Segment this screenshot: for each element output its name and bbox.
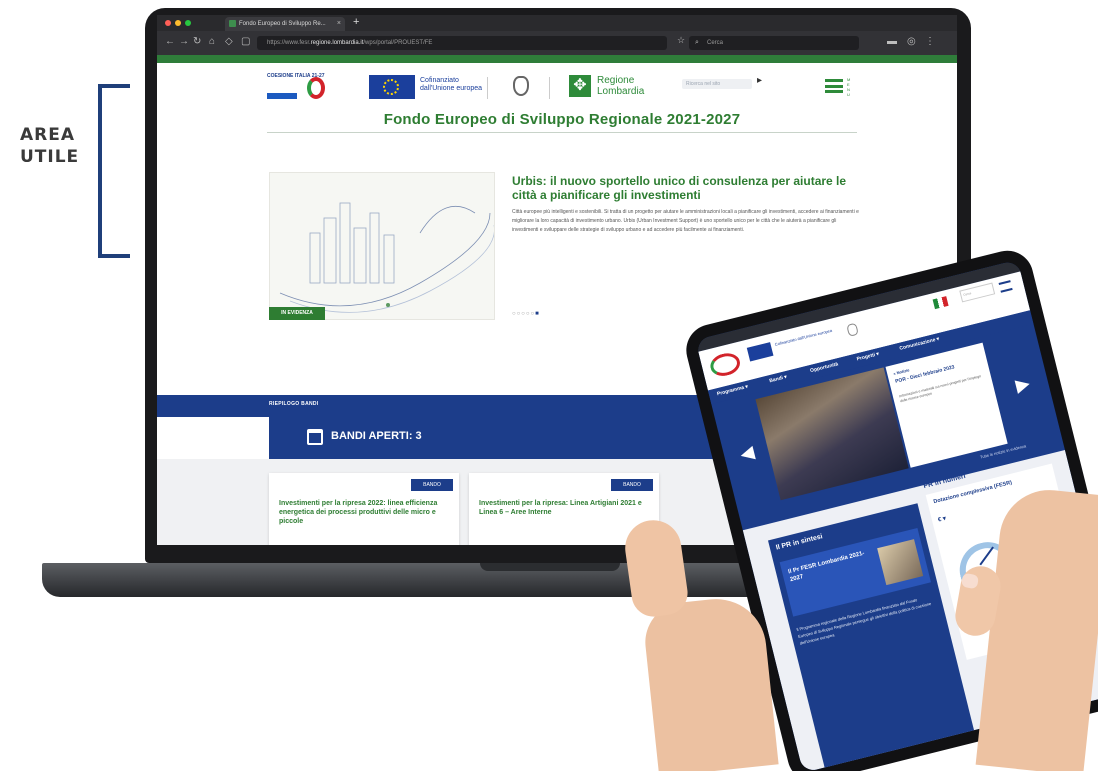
home-icon[interactable]: ⌂ — [209, 36, 215, 47]
dotazione-select[interactable]: € ▾ — [937, 515, 947, 524]
url-bar[interactable]: https://www.fesr.regione.lombardia.it/wp… — [257, 36, 667, 50]
hero-illustration[interactable] — [269, 172, 495, 320]
close-window-dot[interactable] — [165, 20, 171, 26]
menu-dots-icon[interactable]: ⋮ — [925, 36, 935, 47]
nav-progetti[interactable]: Progetti ▾ — [856, 351, 880, 362]
calendar-icon — [307, 429, 323, 445]
browser-search-placeholder: Cerca — [707, 40, 724, 46]
area-label-line2: UTILE — [20, 147, 80, 167]
city-sketch-icon — [279, 202, 494, 313]
area-label-line1: AREA — [20, 125, 76, 145]
site-search-input[interactable]: Ricerca nel sito — [682, 79, 752, 89]
pr-sintesi-title: Il PR in sintesi — [775, 533, 824, 552]
area-bracket — [98, 84, 130, 258]
browser-search-box[interactable]: ⌕ Cerca — [689, 36, 859, 50]
carousel-prev-icon[interactable]: ◀ — [738, 442, 757, 466]
browser-tab[interactable]: Fondo Europeo di Sviluppo Re... × — [225, 17, 345, 31]
url-path: /wps/portal/PROUEST/FE — [363, 40, 433, 46]
search-submit-icon[interactable]: ▸ — [757, 75, 762, 86]
browser-tab-bar: Fondo Europeo di Sviluppo Re... × + — [157, 15, 957, 31]
nav-opportunita[interactable]: Opportunità — [810, 361, 839, 374]
carousel-dot[interactable]: ○○○○○ — [512, 311, 535, 317]
eu-logo-text: Cofinanziato dall'Unione europea — [420, 77, 482, 93]
lombardia-logo-text: Regione Lombardia — [597, 75, 644, 97]
site-top-strip — [157, 55, 957, 63]
in-evidenza-badge: IN EVIDENZA — [269, 307, 325, 320]
logo-divider — [549, 77, 550, 99]
carousel-dot-active[interactable]: ■ — [535, 311, 540, 317]
pr-card-image — [877, 539, 924, 586]
lombardia-line2: Lombardia — [597, 86, 645, 97]
pr-card-title[interactable]: Il Pr FESR Lombardia 2021-2027 — [787, 548, 874, 584]
area-utile-label: AREA UTILE — [20, 124, 79, 168]
maximize-window-dot[interactable] — [185, 20, 191, 26]
carousel-dots[interactable]: ○○○○○■ — [512, 311, 540, 317]
page-title: Fondo Europeo di Sviluppo Regionale 2021… — [383, 111, 741, 128]
left-hand — [641, 594, 779, 771]
nav-bandi[interactable]: Bandi ▾ — [769, 374, 788, 384]
eu-stars-icon — [383, 79, 399, 95]
menu-label[interactable]: MENU — [847, 77, 851, 97]
bando-title[interactable]: Investimenti per la ripresa: Linea Artig… — [479, 499, 651, 517]
back-icon[interactable]: ← — [165, 36, 175, 47]
logo-divider — [487, 77, 488, 99]
lombardia-rose-icon[interactable]: ✥ — [569, 75, 591, 97]
bookmark-star-icon[interactable]: ☆ — [677, 35, 685, 46]
url-domain: regione.lombardia.it — [310, 40, 364, 46]
favicon-icon — [229, 20, 236, 27]
site-header: COESIONE ITALIA 21-27 Cofinanziato dall'… — [157, 63, 957, 118]
eu-logo-line1: Cofinanziato — [420, 77, 459, 84]
forward-icon[interactable]: → — [179, 36, 189, 47]
shield-icon[interactable]: ◇ — [225, 36, 233, 47]
bando-tag: BANDO — [611, 479, 653, 491]
bando-title[interactable]: Investimenti per la ripresa 2022: linea … — [279, 499, 451, 526]
bando-card[interactable]: BANDO Investimenti per la ripresa 2022: … — [269, 473, 459, 545]
composite-illustration: AREA UTILE Fondo Europeo di Sviluppo Re.… — [0, 0, 1098, 771]
riepilogo-label: RIEPILOGO BANDI — [269, 401, 319, 407]
page-icon: ▢ — [241, 36, 251, 47]
tab-close-icon[interactable]: × — [337, 17, 341, 31]
title-divider — [267, 132, 857, 133]
search-icon: ⌕ — [695, 39, 699, 46]
laptop-notch — [480, 563, 620, 571]
url-prefix: https://www.fesr. — [267, 40, 311, 46]
browser-nav-bar: ← → ↻ ⌂ ◇ ▢ https://www.fesr.regione.lom… — [157, 31, 957, 55]
eu-flag-logo[interactable] — [369, 75, 415, 99]
eu-logo-line2: dall'Unione europea — [420, 85, 483, 92]
hero-headline[interactable]: Urbis: il nuovo sportello unico di consu… — [512, 174, 862, 202]
extension-icon[interactable]: ▬ — [887, 36, 897, 47]
coesione-logo-arc — [307, 77, 325, 99]
hamburger-menu-icon[interactable] — [825, 79, 843, 93]
new-tab-button[interactable]: + — [353, 16, 359, 28]
carousel-next-icon[interactable]: ▶ — [1014, 373, 1033, 397]
bando-tag: BANDO — [411, 479, 453, 491]
reload-icon[interactable]: ↻ — [193, 36, 201, 47]
bandi-aperti-label: BANDI APERTI: 3 — [331, 430, 422, 442]
account-icon[interactable]: ◎ — [907, 36, 916, 47]
minimize-window-dot[interactable] — [175, 20, 181, 26]
coesione-logo-bar — [267, 93, 297, 99]
lombardia-line1: Regione — [597, 75, 635, 86]
tab-title: Fondo Europeo di Sviluppo Re... — [239, 21, 326, 27]
coesione-italia-logo[interactable]: COESIONE ITALIA 21-27 — [267, 73, 327, 103]
repubblica-emblem-icon[interactable] — [513, 76, 529, 96]
